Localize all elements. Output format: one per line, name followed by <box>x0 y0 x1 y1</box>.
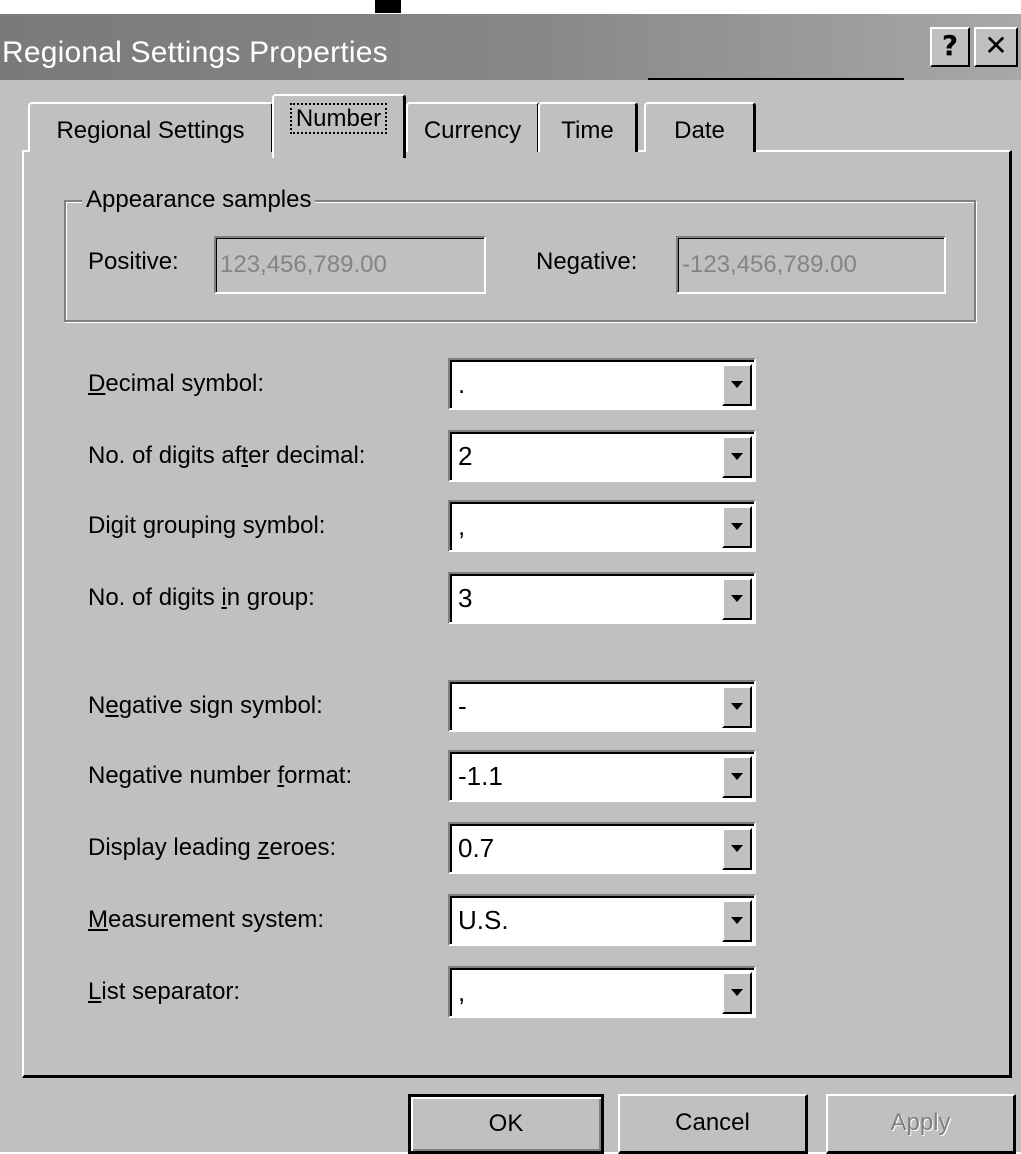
tab-number[interactable]: Number <box>272 94 406 158</box>
negative-label: Negative: <box>536 248 638 275</box>
digit-grouping-symbol-label: Digit grouping symbol: <box>88 512 325 540</box>
chevron-down-icon[interactable] <box>722 686 752 728</box>
dropdown-value: 3 <box>458 583 473 613</box>
list-separator-label: List separator: <box>88 978 240 1006</box>
display-leading-zeroes-dropdown[interactable]: 0.7 <box>448 822 756 874</box>
tab-label: Time <box>561 117 614 144</box>
tab-label: Regional Settings <box>56 117 245 144</box>
positive-label: Positive: <box>88 248 179 275</box>
label-text: ist separator: <box>101 978 241 1005</box>
decimal-symbol-dropdown[interactable]: . <box>448 358 756 410</box>
label-text: No. of digits af <box>88 442 242 469</box>
negative-number-format-label: Negative number format: <box>88 762 352 790</box>
label-text: Digit <box>88 512 143 539</box>
digit-grouping-symbol-dropdown[interactable]: , <box>448 500 756 552</box>
negative-number-format-dropdown[interactable]: -1.1 <box>448 750 756 802</box>
digits-in-group-dropdown[interactable]: 3 <box>448 572 756 624</box>
label-mnemonic: z <box>257 834 270 861</box>
dropdown-value: U.S. <box>458 905 509 935</box>
label-mnemonic: e <box>105 692 119 719</box>
label-text: gative sign symbol: <box>118 692 323 719</box>
tab-time[interactable]: Time <box>538 102 638 152</box>
title-bar[interactable]: Regional Settings Properties <box>0 14 1021 80</box>
cancel-button[interactable]: Cancel <box>618 1094 808 1154</box>
measurement-system-dropdown[interactable]: U.S. <box>448 894 756 946</box>
negative-sign-symbol-dropdown[interactable]: - <box>448 680 756 732</box>
measurement-system-label: Measurement system: <box>88 906 324 934</box>
label-mnemonic: D <box>88 370 106 397</box>
label-text: Negative number <box>88 762 278 789</box>
apply-button[interactable]: Apply <box>826 1094 1016 1154</box>
positive-sample-field: 123,456,789.00 <box>214 236 486 294</box>
label-text: n group: <box>226 584 315 611</box>
dropdown-value: , <box>458 977 466 1007</box>
chevron-down-icon[interactable] <box>722 506 752 548</box>
dropdown-value: . <box>458 369 466 399</box>
label-mnemonic: g <box>142 512 157 539</box>
tab-regional-settings[interactable]: Regional Settings <box>28 102 274 152</box>
dropdown-value: , <box>458 511 466 541</box>
tab-label: Number <box>289 103 388 134</box>
label-mnemonic: L <box>88 978 102 1005</box>
close-icon[interactable]: ✕ <box>974 27 1018 67</box>
label-text: er decimal: <box>248 442 366 469</box>
decimal-symbol-label: Decimal symbol: <box>88 370 264 398</box>
negative-sample-field: -123,456,789.00 <box>676 236 946 294</box>
ok-button[interactable]: OK <box>408 1094 604 1154</box>
label-text: N <box>88 692 106 719</box>
display-leading-zeroes-label: Display leading zeroes: <box>88 834 336 862</box>
group-title: Appearance samples <box>82 186 316 214</box>
dropdown-value: 2 <box>458 441 473 471</box>
label-text: easurement system: <box>108 906 325 933</box>
help-icon[interactable]: ? <box>930 27 970 67</box>
label-text: ecimal symbol: <box>105 370 265 397</box>
chevron-down-icon[interactable] <box>722 972 752 1014</box>
chevron-down-icon[interactable] <box>722 364 752 406</box>
tab-currency[interactable]: Currency <box>406 102 540 152</box>
label-text: ormat: <box>284 762 353 789</box>
label-text: No. of digits <box>88 584 222 611</box>
label-mnemonic: M <box>88 906 108 933</box>
chevron-down-icon[interactable] <box>722 436 752 478</box>
digits-after-decimal-label: No. of digits after decimal: <box>88 442 365 470</box>
dropdown-value: - <box>458 691 467 721</box>
negative-sign-symbol-label: Negative sign symbol: <box>88 692 323 720</box>
chevron-down-icon[interactable] <box>722 756 752 798</box>
chevron-down-icon[interactable] <box>722 578 752 620</box>
window-title: Regional Settings Properties <box>2 36 388 69</box>
label-text: eroes: <box>269 834 337 861</box>
dropdown-value: -1.1 <box>458 761 503 791</box>
chevron-down-icon[interactable] <box>722 900 752 942</box>
chevron-down-icon[interactable] <box>722 828 752 870</box>
tab-label: Date <box>674 117 725 144</box>
tab-label: Currency <box>423 117 522 144</box>
screen-top-edge <box>0 0 1021 14</box>
label-text: Display leading <box>88 834 258 861</box>
label-text: rouping symbol: <box>156 512 326 539</box>
digits-after-decimal-dropdown[interactable]: 2 <box>448 430 756 482</box>
dropdown-value: 0.7 <box>458 833 495 863</box>
top-marker <box>375 0 401 13</box>
digits-in-group-label: No. of digits in group: <box>88 584 315 612</box>
tab-date[interactable]: Date <box>644 102 756 152</box>
list-separator-dropdown[interactable]: , <box>448 966 756 1018</box>
